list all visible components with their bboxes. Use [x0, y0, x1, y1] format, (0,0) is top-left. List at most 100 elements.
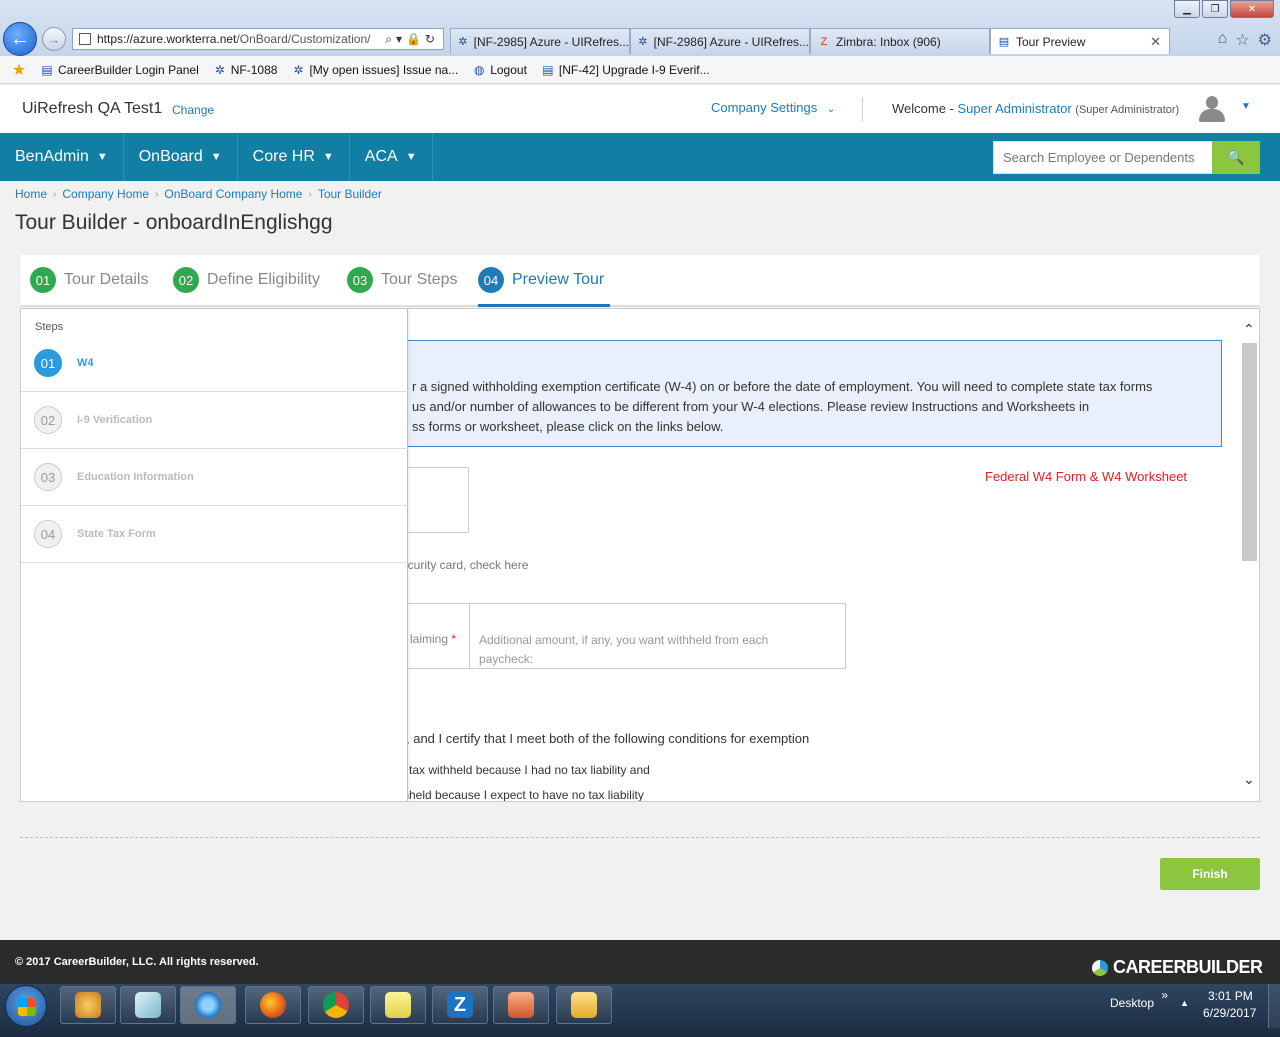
taskbar-file-explorer[interactable]: [556, 986, 612, 1024]
favorite-link[interactable]: ▤ [NF-42] Upgrade I-9 Everif...: [541, 62, 710, 77]
avatar[interactable]: [1198, 95, 1226, 123]
favorite-link[interactable]: ✲ [My open issues] Issue na...: [291, 63, 458, 77]
exemption-statement: , and I certify that I meet both of the …: [406, 731, 810, 746]
minimize-button[interactable]: ▁: [1174, 0, 1200, 18]
step-number: 04: [34, 520, 62, 548]
exemption-condition: e tax withheld because I had no tax liab…: [399, 763, 650, 777]
step-label: Define Eligibility: [207, 271, 320, 288]
nav-item-aca[interactable]: ACA ▼: [350, 133, 433, 181]
additional-amount-field[interactable]: Additional amount, if any, you want with…: [479, 631, 809, 669]
caret-down-icon[interactable]: ▼: [1241, 101, 1251, 112]
step-item-state-tax-form[interactable]: 04 State Tax Form: [21, 506, 408, 563]
favorite-label: NF-1088: [230, 62, 278, 77]
scroll-up-icon[interactable]: ⌃: [1243, 321, 1255, 338]
jira-icon: ✲: [214, 62, 225, 77]
back-button[interactable]: ←: [3, 22, 37, 56]
active-tab-indicator: [478, 304, 610, 307]
forward-button[interactable]: →: [42, 27, 66, 51]
step-label: Tour Details: [64, 271, 149, 288]
browser-toolbar-icons: ⌂ ☆ ⚙: [1218, 30, 1272, 50]
browser-tab[interactable]: ✲ [NF-2985] Azure - UIRefres...: [450, 28, 630, 54]
search-icon: 🔍: [1227, 149, 1245, 165]
step-number: 02: [34, 406, 62, 434]
clock-date[interactable]: 6/29/2017: [1203, 1006, 1256, 1020]
browser-tab-active[interactable]: ▤ Tour Preview ✕: [990, 28, 1170, 54]
step-label: Education Information: [77, 471, 194, 483]
scrollbar-thumb[interactable]: [1242, 343, 1257, 561]
address-controls[interactable]: ⌕▾🔒↻: [385, 32, 439, 47]
page-icon: [79, 33, 91, 45]
globe-icon: ◍: [473, 62, 485, 77]
steps-heading: Steps: [35, 321, 64, 333]
federal-w4-form-link[interactable]: Federal W4 Form & W4 Worksheet: [985, 469, 1187, 484]
tab-close-icon[interactable]: ✕: [1150, 34, 1161, 50]
breadcrumb-link[interactable]: Company Home: [62, 187, 149, 201]
breadcrumb-link[interactable]: Home: [15, 187, 47, 201]
step-item-w4[interactable]: 01 W4: [21, 335, 408, 392]
breadcrumb-link[interactable]: OnBoard Company Home: [164, 187, 302, 201]
favorite-link[interactable]: ◍ Logout: [472, 63, 527, 77]
taskbar-sticky-notes[interactable]: [370, 986, 426, 1024]
taskbar-paint[interactable]: [60, 986, 116, 1024]
desktop-toolbar[interactable]: Desktop »: [1110, 988, 1168, 1010]
browser-tab[interactable]: Z Zimbra: Inbox (906): [810, 28, 990, 54]
show-desktop-button[interactable]: [1268, 984, 1280, 1028]
address-prefix: https://azure.: [97, 32, 167, 46]
wizard-step-define-eligibility[interactable]: 02 Define Eligibility: [173, 267, 320, 293]
page-icon: ▤: [998, 36, 1010, 48]
breadcrumb-separator-icon: ›: [53, 188, 57, 200]
home-icon[interactable]: ⌂: [1218, 30, 1228, 50]
breadcrumb: Home › Company Home › OnBoard Company Home…: [15, 187, 382, 201]
jira-icon: ✲: [458, 36, 468, 48]
scroll-down-icon[interactable]: ⌄: [1243, 771, 1255, 788]
step-item-i9-verification[interactable]: 02 I-9 Verification: [21, 392, 408, 449]
step-label: Tour Steps: [381, 271, 458, 288]
step-item-education-information[interactable]: 03 Education Information: [21, 449, 408, 506]
wizard-step-tour-steps[interactable]: 03 Tour Steps: [347, 267, 457, 293]
wizard-step-preview-tour[interactable]: 04 Preview Tour: [478, 267, 604, 293]
favorites-star-icon[interactable]: ☆: [1235, 30, 1249, 50]
nav-item-benadmin[interactable]: BenAdmin ▼: [0, 133, 124, 181]
taskbar-chrome[interactable]: [308, 986, 364, 1024]
search-button[interactable]: 🔍: [1212, 141, 1260, 174]
wizard-step-tour-details[interactable]: 01 Tour Details: [30, 267, 148, 293]
taskbar: Z Desktop » ▲ 3:01 PM 6/29/2017: [0, 984, 1280, 1037]
favorites-star-icon[interactable]: ★: [12, 62, 26, 79]
taskbar-firefox[interactable]: [245, 986, 301, 1024]
close-window-button[interactable]: ✕: [1230, 0, 1274, 18]
nav-item-core-hr[interactable]: Core HR ▼: [238, 133, 350, 181]
settings-gear-icon[interactable]: ⚙: [1258, 30, 1272, 50]
start-button[interactable]: [5, 985, 47, 1027]
favorite-label: [My open issues] Issue na...: [309, 62, 459, 77]
step-number: 02: [173, 267, 199, 293]
taskbar-internet-explorer[interactable]: [180, 986, 236, 1024]
chevron-down-icon: ▼: [96, 151, 108, 163]
chevron-down-icon: ▼: [322, 151, 334, 163]
search-employee-input[interactable]: [993, 141, 1213, 174]
finish-button[interactable]: Finish: [1160, 858, 1260, 890]
taskbar-notes[interactable]: [120, 986, 176, 1024]
user-role: (Super Administrator): [1075, 104, 1180, 116]
favorite-link[interactable]: ▤ CareerBuilder Login Panel: [40, 63, 198, 77]
step-number: 03: [34, 463, 62, 491]
taskbar-snipping-tool[interactable]: [493, 986, 549, 1024]
browser-tab[interactable]: ✲ [NF-2986] Azure - UIRefres...: [630, 28, 810, 54]
chevron-down-icon: ▼: [210, 151, 222, 163]
zimbra-icon: Z: [447, 992, 473, 1018]
address-bar[interactable]: https://azure. workterra.net/OnBoard/Cust…: [72, 28, 444, 50]
company-settings-menu[interactable]: Company Settings ⌄: [711, 100, 835, 115]
expand-icon[interactable]: »: [1161, 988, 1168, 1002]
clock-time[interactable]: 3:01 PM: [1208, 989, 1253, 1003]
user-name-link[interactable]: Super Administrator: [958, 101, 1072, 116]
restore-button[interactable]: ❐: [1202, 0, 1228, 18]
notes-icon: [135, 992, 161, 1018]
change-company-link[interactable]: Change: [172, 103, 214, 117]
nav-item-onboard[interactable]: OnBoard ▼: [124, 133, 238, 181]
show-hidden-icons-icon[interactable]: ▲: [1180, 998, 1189, 1008]
favorite-label: [NF-42] Upgrade I-9 Everif...: [558, 62, 710, 77]
breadcrumb-link[interactable]: Tour Builder: [318, 187, 382, 201]
favorite-link[interactable]: ✲ NF-1088: [213, 63, 278, 77]
info-line: ss forms or worksheet, please click on t…: [412, 419, 724, 434]
taskbar-zimbra[interactable]: Z: [432, 986, 488, 1024]
divider: [20, 837, 1260, 838]
